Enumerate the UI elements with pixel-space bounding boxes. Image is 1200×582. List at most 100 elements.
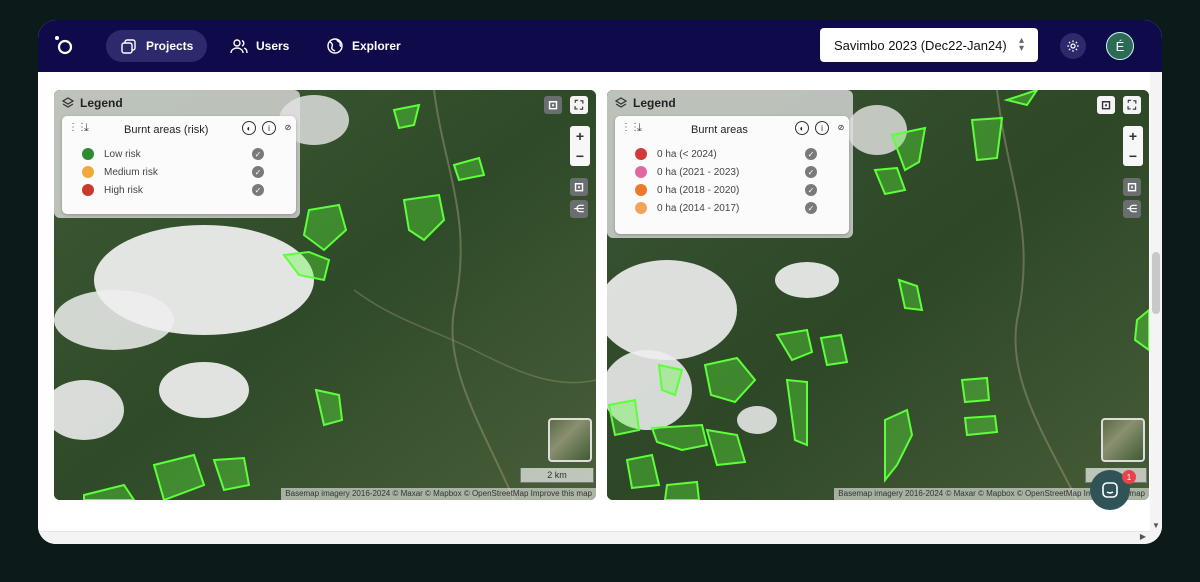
map-attribution[interactable]: Basemap imagery 2016-2024 © Maxar © Mapb…	[281, 488, 596, 500]
legend-item-label: 0 ha (2018 - 2020)	[657, 184, 740, 196]
legend-item: High risk	[82, 182, 316, 198]
settings-button[interactable]	[1060, 33, 1086, 59]
color-swatch	[635, 166, 647, 178]
fit-bounds-button[interactable]: ⊡	[544, 96, 562, 114]
zoom-in-button[interactable]: +	[1129, 128, 1137, 144]
top-navigation-bar: Projects Users Explorer Savimbo 2023 (De…	[38, 20, 1162, 72]
visible-check-icon[interactable]: ✓	[252, 148, 264, 160]
opacity-icon[interactable]: ◐	[795, 121, 809, 135]
legend-item-label: 0 ha (2014 - 2017)	[657, 202, 740, 214]
scroll-down-arrow-icon[interactable]: ▼	[1152, 521, 1160, 530]
legend-title: Legend	[633, 96, 676, 110]
visible-check-icon[interactable]: ✓	[252, 166, 264, 178]
layer-title: Burnt areas	[691, 124, 748, 136]
legend-item: 0 ha (< 2024)	[635, 146, 869, 162]
hide-eye-icon[interactable]: ⊘	[835, 121, 847, 133]
layers-icon	[62, 97, 74, 108]
map-right[interactable]: Legend ⋮⋮ ⤓ Burnt areas ◐ i ⊘ 0 ha (< 20…	[607, 90, 1149, 500]
horizontal-scrollbar[interactable]: ▶	[38, 531, 1150, 544]
layer-card: ⋮⋮ ⤓ Burnt areas (risk) ◐ i ⊘ Low risk ✓…	[62, 116, 296, 214]
recenter-button[interactable]: ⊡	[1123, 178, 1141, 196]
color-swatch	[635, 202, 647, 214]
fullscreen-icon: ⛶	[1127, 97, 1137, 112]
zoom-out-button[interactable]: −	[576, 148, 584, 164]
scroll-right-arrow-icon[interactable]: ▶	[1140, 532, 1146, 541]
legend-item: Low risk	[82, 146, 316, 162]
zoom-in-button[interactable]: +	[576, 128, 584, 144]
legend-panel: Legend ⋮⋮ ⤓ Burnt areas (risk) ◐ i ⊘ Low…	[54, 90, 300, 218]
share-button[interactable]: ⋲	[1123, 200, 1141, 218]
low-risk-swatch	[82, 148, 94, 160]
legend-item: Medium risk	[82, 164, 316, 180]
visible-check-icon[interactable]: ✓	[252, 184, 264, 196]
legend-header: Legend	[62, 96, 123, 110]
basemap-switcher[interactable]	[1101, 418, 1145, 462]
nav-projects-label: Projects	[146, 39, 194, 53]
high-risk-swatch	[82, 184, 94, 196]
legend-item-label: Low risk	[104, 148, 141, 160]
fullscreen-icon: ⛶	[574, 97, 584, 112]
app-logo-icon[interactable]	[54, 35, 74, 55]
medium-risk-swatch	[82, 166, 94, 178]
info-icon[interactable]: i	[815, 121, 829, 135]
hide-eye-icon[interactable]: ⊘	[282, 121, 294, 133]
project-select[interactable]: Savimbo 2023 (Dec22-Jan24) ▴ ▾	[820, 28, 1038, 62]
chat-icon	[1102, 482, 1118, 498]
visible-check-icon[interactable]: ✓	[805, 148, 817, 160]
user-avatar[interactable]: É	[1106, 32, 1134, 60]
scale-bar: 2 km	[520, 468, 594, 483]
nav-explorer[interactable]: Explorer	[312, 30, 415, 62]
zoom-controls: + −	[1123, 126, 1143, 166]
projects-icon	[121, 39, 136, 54]
legend-panel: Legend ⋮⋮ ⤓ Burnt areas ◐ i ⊘ 0 ha (< 20…	[607, 90, 853, 238]
legend-item: 0 ha (2021 - 2023)	[635, 164, 869, 180]
opacity-icon[interactable]: ◐	[242, 121, 256, 135]
vertical-scrollbar[interactable]: ▼	[1150, 72, 1162, 544]
legend-item-label: 0 ha (2021 - 2023)	[657, 166, 740, 178]
recenter-icon: ⊡	[573, 180, 585, 194]
map-left[interactable]: Legend ⋮⋮ ⤓ Burnt areas (risk) ◐ i ⊘ Low…	[54, 90, 596, 500]
legend-item-label: High risk	[104, 184, 143, 196]
visible-check-icon[interactable]: ✓	[805, 184, 817, 196]
legend-item-label: 0 ha (< 2024)	[657, 148, 717, 160]
nav-explorer-label: Explorer	[352, 39, 401, 53]
zoom-out-button[interactable]: −	[1129, 148, 1137, 164]
zoom-controls: + −	[570, 126, 590, 166]
basemap-switcher[interactable]	[548, 418, 592, 462]
legend-item: 0 ha (2018 - 2020)	[635, 182, 869, 198]
notification-badge: 1	[1122, 470, 1136, 484]
share-button[interactable]: ⋲	[570, 200, 588, 218]
share-icon: ⋲	[574, 203, 584, 215]
color-swatch	[635, 184, 647, 196]
visible-check-icon[interactable]: ✓	[805, 166, 817, 178]
nav-users[interactable]: Users	[216, 30, 303, 62]
app-window: Projects Users Explorer Savimbo 2023 (De…	[38, 20, 1162, 544]
layers-icon	[615, 97, 627, 108]
select-chevron-icon: ▴ ▾	[1018, 35, 1024, 54]
globe-icon	[327, 38, 343, 54]
legend-title: Legend	[80, 96, 123, 110]
fit-icon: ⊡	[1100, 98, 1112, 112]
fullscreen-button[interactable]: ⛶	[1123, 96, 1141, 114]
legend-item-label: Medium risk	[104, 166, 158, 178]
nav-users-label: Users	[256, 39, 290, 53]
share-icon: ⋲	[1127, 203, 1137, 215]
visible-check-icon[interactable]: ✓	[805, 202, 817, 214]
project-select-value: Savimbo 2023 (Dec22-Jan24)	[834, 37, 1007, 53]
scrollbar-thumb[interactable]	[1152, 252, 1160, 314]
recenter-button[interactable]: ⊡	[570, 178, 588, 196]
fit-bounds-button[interactable]: ⊡	[1097, 96, 1115, 114]
color-swatch	[635, 148, 647, 160]
gear-icon	[1067, 40, 1079, 52]
download-icon[interactable]: ⤓	[84, 122, 89, 135]
recenter-icon: ⊡	[1126, 180, 1138, 194]
info-icon[interactable]: i	[262, 121, 276, 135]
layer-card: ⋮⋮ ⤓ Burnt areas ◐ i ⊘ 0 ha (< 2024) ✓ 0…	[615, 116, 849, 234]
legend-header: Legend	[615, 96, 676, 110]
fit-icon: ⊡	[547, 98, 559, 112]
users-icon	[230, 39, 248, 54]
nav-projects[interactable]: Projects	[106, 30, 208, 62]
download-icon[interactable]: ⤓	[637, 122, 642, 135]
fullscreen-button[interactable]: ⛶	[570, 96, 588, 114]
layer-title: Burnt areas (risk)	[124, 124, 209, 136]
